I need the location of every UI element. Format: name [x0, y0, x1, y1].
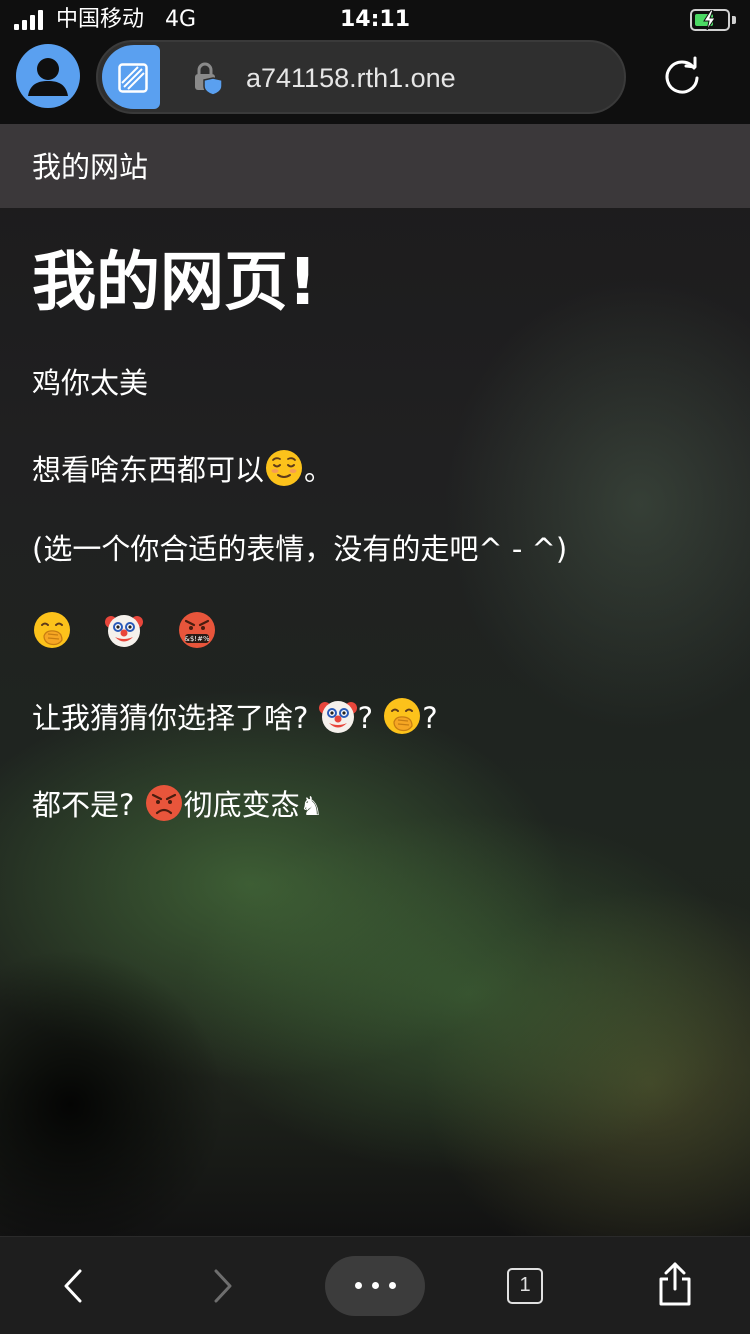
face-with-hand-over-mouth-icon [384, 698, 421, 734]
avatar-icon[interactable] [16, 44, 80, 108]
bottom-toolbar: 1 [0, 1236, 750, 1334]
paragraph-5-text: 让我猜猜你选择了啥? [32, 701, 309, 735]
reload-icon[interactable] [662, 56, 702, 96]
web-page: 我的网站 我的网页! 鸡你太美 想看啥东西都可以 。 (选一个你合适的表情，没有… [0, 124, 750, 1236]
paragraph-5: 让我猜猜你选择了啥? ? ? [32, 696, 438, 738]
pouting-face-icon [145, 785, 182, 821]
battery-icon [690, 9, 736, 31]
address-bar[interactable]: a741158.rth1.one [96, 40, 626, 114]
paragraph-6-text: 都不是? [32, 788, 135, 822]
charging-bolt-icon [703, 10, 716, 30]
site-title[interactable]: 我的网站 [32, 148, 148, 186]
more-button[interactable] [325, 1256, 425, 1316]
clown-face-icon [318, 701, 357, 733]
lock-shield-icon [195, 62, 223, 96]
clown-face-icon[interactable] [104, 610, 144, 650]
relieved-face-icon [266, 450, 303, 486]
face-with-symbols-on-mouth-icon[interactable]: &$!#% [177, 610, 217, 650]
paragraph-2: 想看啥东西都可以 。 [32, 448, 333, 490]
paragraph-6: 都不是? 彻底变态♞ [32, 783, 323, 827]
svg-text:&$!#%: &$!#% [184, 635, 210, 643]
tabs-button[interactable]: 1 [507, 1268, 543, 1304]
paragraph-6-end: 彻底变态 [183, 788, 300, 822]
tab-thumbnail-icon[interactable] [102, 45, 160, 109]
emoji-options-row: &$!#% [32, 610, 217, 652]
paragraph-3: (选一个你合适的表情，没有的走吧^ - ^) [32, 532, 568, 566]
url-text[interactable]: a741158.rth1.one [246, 60, 456, 96]
paragraph-5-q2: ? [422, 701, 438, 735]
paragraph-2-end: 。 [304, 453, 334, 487]
paragraph-1: 鸡你太美 [32, 366, 149, 400]
site-header: 我的网站 [0, 124, 750, 208]
page-heading: 我的网页! [32, 246, 318, 320]
paragraph-5-q1: ? [357, 701, 374, 735]
status-time: 14:11 [339, 7, 411, 32]
forward-icon[interactable] [208, 1267, 238, 1305]
browser-toolbar: a741158.rth1.one [0, 40, 750, 124]
status-bar: 中国移动 4G 14:11 [0, 0, 750, 40]
face-with-hand-over-mouth-icon[interactable] [32, 610, 72, 650]
paragraph-2-text: 想看啥东西都可以 [32, 453, 265, 487]
back-icon[interactable] [58, 1267, 88, 1305]
share-icon[interactable] [655, 1261, 695, 1307]
more-icon [325, 1282, 425, 1289]
chess-knight-icon: ♞ [299, 792, 323, 822]
